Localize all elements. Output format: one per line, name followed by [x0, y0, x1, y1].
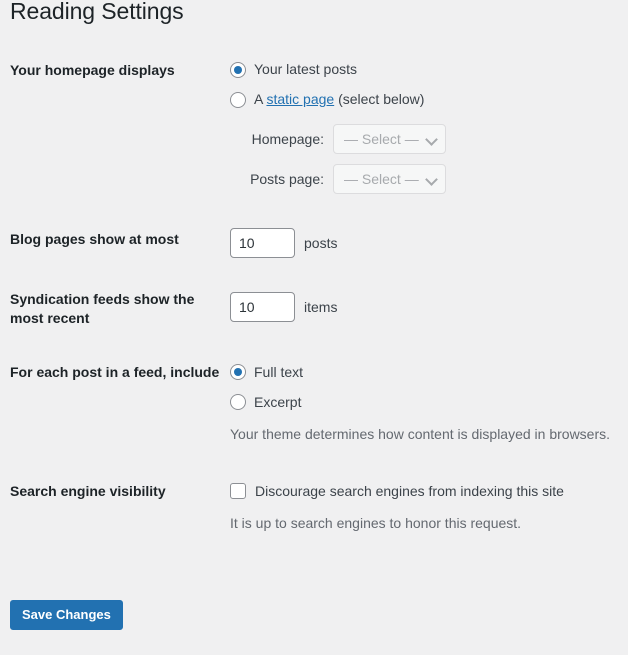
blog-pages-unit: posts — [304, 233, 337, 254]
syndication-feeds-unit: items — [304, 297, 337, 318]
label-blog-pages: Blog pages show at most — [0, 207, 230, 271]
discourage-search-engines-label: Discourage search engines from indexing … — [255, 481, 564, 502]
radio-option-excerpt[interactable]: Excerpt — [230, 392, 618, 413]
label-homepage-displays: Your homepage displays — [0, 48, 230, 207]
label-search-visibility: Search engine visibility — [0, 458, 230, 547]
homepage-select-caption: Homepage: — [230, 129, 333, 150]
label-syndication-feeds: Syndication feeds show the most recent — [0, 271, 230, 341]
settings-form-table: Your homepage displays Your latest posts… — [0, 48, 628, 547]
discourage-search-engines-input[interactable] — [230, 483, 246, 499]
feed-include-description: Your theme determines how content is dis… — [230, 424, 618, 445]
syndication-feeds-input[interactable] — [230, 292, 295, 322]
radio-excerpt-input[interactable] — [230, 394, 246, 410]
field-blog-pages: posts — [230, 207, 628, 271]
row-search-visibility: Search engine visibility Discourage sear… — [0, 458, 628, 547]
chevron-down-icon — [426, 173, 438, 185]
posts-page-select-value: — Select — — [344, 169, 419, 190]
reading-settings-page: { "page": { "title": "Reading Settings" … — [0, 0, 628, 655]
posts-page-select-caption: Posts page: — [230, 169, 333, 190]
posts-page-select-row: Posts page: — Select — — [230, 164, 618, 194]
chevron-down-icon — [426, 133, 438, 145]
checkbox-discourage-search-engines[interactable]: Discourage search engines from indexing … — [230, 481, 618, 502]
homepage-select-row: Homepage: — Select — — [230, 124, 618, 154]
row-homepage-displays: Your homepage displays Your latest posts… — [0, 48, 628, 207]
save-changes-button[interactable]: Save Changes — [10, 600, 123, 630]
posts-page-select[interactable]: — Select — — [333, 164, 446, 194]
radio-static-page-input[interactable] — [230, 92, 246, 108]
page-title: Reading Settings — [0, 0, 184, 27]
row-feed-include: For each post in a feed, include Full te… — [0, 341, 628, 458]
radio-full-text-input[interactable] — [230, 364, 246, 380]
label-feed-include: For each post in a feed, include — [0, 341, 230, 458]
field-search-visibility: Discourage search engines from indexing … — [230, 458, 628, 547]
submit-area: Save Changes — [10, 600, 123, 630]
field-feed-include: Full text Excerpt Your theme determines … — [230, 341, 628, 458]
radio-latest-posts-input[interactable] — [230, 62, 246, 78]
blog-pages-row: posts — [230, 228, 618, 258]
static-page-suffix: (select below) — [334, 91, 424, 107]
syndication-feeds-row: items — [230, 292, 618, 322]
radio-latest-posts-label: Your latest posts — [254, 59, 357, 80]
field-homepage-displays: Your latest posts A static page (select … — [230, 48, 628, 207]
blog-pages-input[interactable] — [230, 228, 295, 258]
radio-option-static-page[interactable]: A static page (select below) — [230, 89, 618, 110]
homepage-select[interactable]: — Select — — [333, 124, 446, 154]
static-page-prefix: A — [254, 91, 266, 107]
radio-option-latest-posts[interactable]: Your latest posts — [230, 59, 618, 80]
radio-static-page-label: A static page (select below) — [254, 89, 424, 110]
radio-excerpt-label: Excerpt — [254, 392, 301, 413]
static-page-link[interactable]: static page — [266, 91, 334, 107]
search-visibility-description: It is up to search engines to honor this… — [230, 513, 618, 534]
radio-full-text-label: Full text — [254, 362, 303, 383]
radio-option-full-text[interactable]: Full text — [230, 362, 618, 383]
homepage-select-value: — Select — — [344, 129, 419, 150]
row-blog-pages: Blog pages show at most posts — [0, 207, 628, 271]
row-syndication-feeds: Syndication feeds show the most recent i… — [0, 271, 628, 341]
field-syndication-feeds: items — [230, 271, 628, 341]
